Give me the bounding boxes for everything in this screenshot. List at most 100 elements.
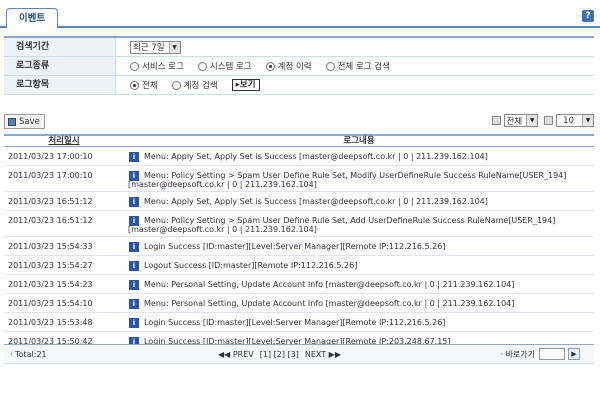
row-message-line: Menu: Policy Setting > Spam User Define …: [144, 216, 556, 225]
tab-event[interactable]: 이벤트: [6, 8, 58, 28]
row-time: 2011/03/23 15:53:48: [8, 318, 93, 327]
radio-circle-icon: [130, 80, 139, 90]
info-icon: i: [129, 318, 139, 328]
radio-logtype-3[interactable]: 전체 로그 검색: [325, 60, 390, 72]
radio-label: 계정 이력: [277, 62, 312, 72]
radio-logtype-0[interactable]: 서비스 로그: [130, 60, 184, 72]
table-row: 2011/03/23 15:54:33 i Login Success [ID:ma…: [4, 237, 594, 256]
page-links[interactable]: [1] [2] [3]: [260, 350, 299, 359]
radio-logitem-0[interactable]: 전체: [130, 79, 158, 91]
info-icon: i: [129, 242, 139, 252]
row-time: 2011/03/23 17:00:10: [8, 152, 93, 161]
table-row: 2011/03/23 17:00:10 i Menu: Policy Setting…: [4, 166, 594, 192]
row-time: 2011/03/23 15:54:10: [8, 299, 93, 308]
table-row: 2011/03/23 15:53:48 i Login Success [ID:ma…: [4, 313, 594, 332]
row-message: Menu: Personal Setting, Update Account I…: [144, 280, 514, 293]
row-time: 2011/03/23 15:54:33: [8, 242, 93, 251]
total-count: · Total:21: [10, 350, 47, 359]
page-size-select[interactable]: 10 ▼: [556, 114, 594, 127]
filter-row-log-type: 로그종류 서비스 로그 시스템 로그 계정 이력 전체 로그 검색: [4, 57, 594, 76]
filter-select-value: 전체: [506, 116, 523, 127]
log-type-label: 로그종류: [4, 57, 116, 75]
prev-button[interactable]: ◀◀ PREV: [218, 350, 254, 359]
view-button[interactable]: ▸보기: [231, 79, 260, 91]
row-message-line: [master@deepsoft.co.kr | 0 | 211.239.162…: [128, 225, 317, 234]
chevron-down-icon: ▼: [526, 115, 538, 126]
save-button[interactable]: Save: [4, 114, 45, 129]
filter-panel: 검색기간 최근 7일 ▼ 로그종류 서비스 로그 시스템 로그 계정 이력 전체 로그…: [4, 36, 594, 95]
row-time: 2011/03/23 16:51:12: [8, 216, 93, 225]
row-message-line: Login Success [ID:master][Level:Server M…: [144, 242, 446, 251]
info-icon: i: [129, 299, 139, 309]
period-select-value: 최근 7일: [133, 43, 165, 53]
row-message-line: [master@deepsoft.co.kr | 0 | 211.239.162…: [128, 180, 317, 189]
row-time: 2011/03/23 17:00:10: [8, 171, 93, 180]
row-message: Login Success [ID:master][Level:Server M…: [144, 318, 445, 331]
filter-select[interactable]: 전체 ▼: [503, 114, 539, 127]
row-message: Menu: Apply Set, Apply Set is Success [m…: [144, 152, 488, 165]
row-message: Menu: Policy Setting > Spam User Define …: [128, 216, 556, 236]
row-message-line: Login Success [ID:master][Level:Server M…: [144, 318, 446, 327]
radio-circle-icon: [265, 61, 275, 71]
header-content: 로그내용: [343, 136, 375, 146]
row-message: Menu: Personal Setting, Update Account I…: [144, 299, 514, 312]
radio-label: 시스템 로그: [209, 62, 252, 72]
table-row: 2011/03/23 15:54:10 i Menu: Personal Setti…: [4, 294, 594, 313]
log-table: 처리일시 로그내용 2011/03/23 17:00:10 i Menu: Appl…: [4, 134, 594, 351]
row-message-line: Menu: Apply Set, Apply Set is Success [m…: [144, 197, 488, 206]
chevron-down-icon: ▼: [168, 41, 180, 53]
row-time: 2011/03/23 15:54:27: [8, 261, 93, 270]
row-message: Logout Success [ID:master][Remote IP:112…: [144, 261, 357, 274]
goto-label: · 바로가기: [500, 349, 535, 359]
radio-logtype-2[interactable]: 계정 이력: [265, 60, 312, 72]
radio-label: 계정 검색: [183, 81, 218, 91]
filter-row-log-item: 로그항목 전체 계정 검색 ▸보기: [4, 76, 594, 95]
filter-row-period: 검색기간 최근 7일 ▼: [4, 38, 594, 57]
table-row: 2011/03/23 16:51:12 i Menu: Apply Set, App…: [4, 192, 594, 211]
next-button[interactable]: NEXT ▶▶: [305, 350, 341, 359]
info-icon: i: [129, 152, 139, 162]
log-item-label: 로그항목: [4, 76, 116, 94]
info-icon: i: [129, 280, 139, 290]
goto-button[interactable]: ▶: [568, 348, 580, 360]
row-message-line: Menu: Apply Set, Apply Set is Success [m…: [144, 152, 488, 161]
radio-label: 전체 로그 검색: [337, 62, 390, 72]
header-time[interactable]: 처리일시: [4, 136, 124, 146]
radio-circle-icon: [130, 61, 139, 71]
radio-logitem-1[interactable]: 계정 검색: [171, 79, 218, 91]
goto-input[interactable]: [539, 348, 565, 360]
top-tab-bar: 이벤트 ?: [0, 0, 600, 28]
row-time: 2011/03/23 15:54:23: [8, 280, 93, 289]
table-header: 처리일시 로그내용: [4, 134, 594, 147]
row-message: Menu: Policy Setting > Spam User Define …: [128, 171, 567, 191]
row-message-line: Logout Success [ID:master][Remote IP:112…: [144, 261, 358, 270]
table-row: 2011/03/23 16:51:12 i Menu: Policy Setting…: [4, 211, 594, 237]
info-icon: i: [129, 261, 139, 271]
list-icon: [544, 116, 554, 125]
radio-circle-icon: [325, 61, 335, 71]
save-icon: [8, 117, 16, 126]
row-message: Login Success [ID:master][Level:Server M…: [144, 242, 445, 255]
log-type-options: 서비스 로그 시스템 로그 계정 이력 전체 로그 검색: [116, 57, 404, 75]
table-row: 2011/03/23 17:00:10 i Menu: Apply Set, App…: [4, 147, 594, 166]
goto-page: · 바로가기 ▶: [500, 348, 580, 360]
log-item-options: 전체 계정 검색 ▸보기: [116, 76, 260, 94]
period-select[interactable]: 최근 7일 ▼: [130, 40, 181, 54]
row-time: 2011/03/23 16:51:12: [8, 197, 93, 206]
save-label: Save: [19, 116, 40, 127]
table-row: 2011/03/23 15:54:27 i Logout Success [ID:m…: [4, 256, 594, 275]
pagination: ◀◀ PREV [1] [2] [3] NEXT ▶▶: [218, 350, 341, 359]
row-message-line: Menu: Personal Setting, Update Account I…: [144, 280, 515, 289]
row-message: Menu: Apply Set, Apply Set is Success [m…: [144, 197, 488, 210]
table-row: 2011/03/23 15:54:23 i Menu: Personal Setti…: [4, 275, 594, 294]
radio-circle-icon: [197, 61, 207, 71]
radio-logtype-1[interactable]: 시스템 로그: [197, 60, 252, 72]
period-label: 검색기간: [4, 38, 116, 56]
help-icon[interactable]: ?: [582, 10, 594, 22]
page-size-value: 10: [563, 115, 574, 126]
row-message-line: Menu: Policy Setting > Spam User Define …: [144, 171, 567, 180]
grid-toolbar: Save 전체 ▼ 10 ▼: [4, 114, 594, 130]
chevron-down-icon: ▼: [582, 115, 593, 126]
filter-icon: [491, 116, 501, 125]
radio-circle-icon: [171, 80, 181, 90]
